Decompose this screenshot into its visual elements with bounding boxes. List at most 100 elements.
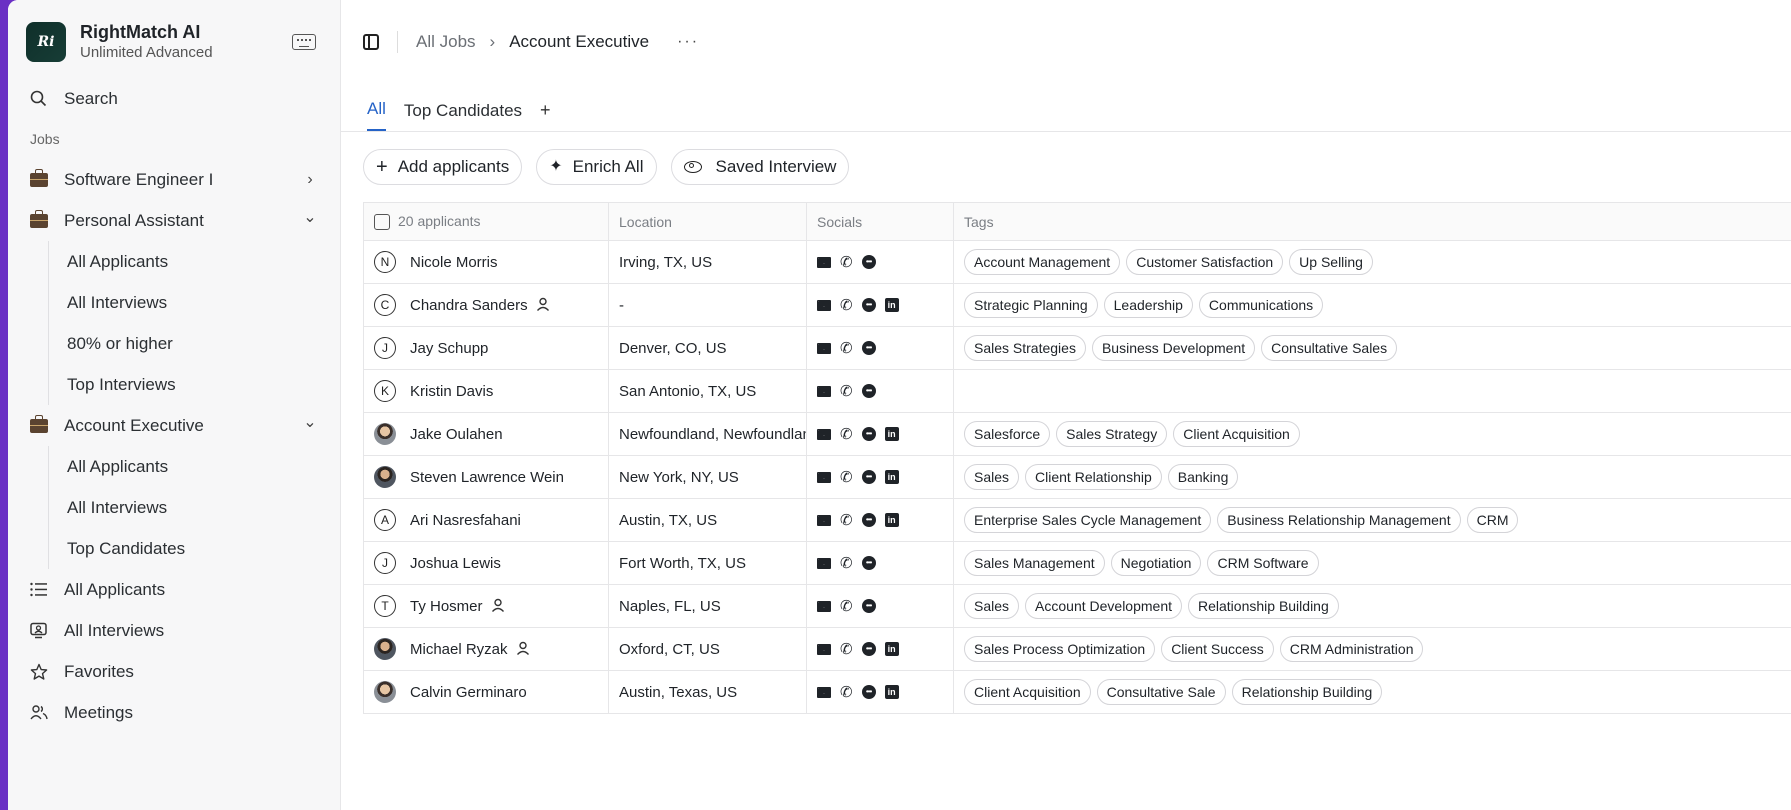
tag-chip[interactable]: Client Acquisition	[964, 679, 1091, 705]
email-icon[interactable]	[817, 514, 831, 526]
phone-icon[interactable]: ✆	[840, 685, 853, 700]
tag-chip[interactable]: Business Relationship Management	[1217, 507, 1461, 533]
chevron-down-icon[interactable]: ⌄	[302, 412, 318, 432]
sidebar-item-meetings[interactable]: Meetings	[8, 692, 340, 733]
tag-chip[interactable]: CRM Software	[1207, 550, 1319, 576]
applicant-name-cell[interactable]: Calvin Germinaro	[363, 670, 609, 714]
breadcrumb-all-jobs[interactable]: All Jobs	[416, 32, 476, 52]
phone-icon[interactable]: ✆	[840, 298, 853, 313]
workspace-switcher[interactable]: Ri RightMatch AI Unlimited Advanced	[8, 0, 340, 84]
sidebar-item-all-interviews[interactable]: All Interviews	[8, 610, 340, 651]
tab-all[interactable]: All	[367, 99, 386, 131]
sidebar-subitem-top-candidates[interactable]: Top Candidates	[48, 528, 340, 569]
table-row[interactable]: N Nicole Morris Irving, TX, US ✆ ••• Account …	[363, 240, 1791, 284]
sidebar-item-all-applicants[interactable]: All Applicants	[8, 569, 340, 610]
table-row[interactable]: J Jay Schupp Denver, CO, US ✆ ••• Sales Strat…	[363, 326, 1791, 370]
applicant-name-cell[interactable]: J Jay Schupp	[363, 326, 609, 370]
chevron-down-icon[interactable]: ⌄	[302, 207, 318, 227]
sidebar-job-account-executive[interactable]: Account Executive ⌄	[8, 405, 340, 446]
chat-icon[interactable]: •••	[861, 685, 876, 699]
linkedin-icon[interactable]: in	[884, 470, 899, 484]
chevron-right-icon[interactable]: ›	[302, 171, 318, 189]
sidebar-subitem-all-applicants[interactable]: All Applicants	[48, 241, 340, 282]
tab-top-candidates[interactable]: Top Candidates	[404, 101, 522, 131]
sidebar-subitem-80-or-higher[interactable]: 80% or higher	[48, 323, 340, 364]
tag-chip[interactable]: Sales Process Optimization	[964, 636, 1156, 662]
applicant-name-cell[interactable]: N Nicole Morris	[363, 240, 609, 284]
tag-chip[interactable]: Sales Strategies	[964, 335, 1086, 361]
chat-icon[interactable]: •••	[861, 642, 876, 656]
applicant-name-cell[interactable]: K Kristin Davis	[363, 369, 609, 413]
phone-icon[interactable]: ✆	[840, 384, 853, 399]
applicant-name-cell[interactable]: J Joshua Lewis	[363, 541, 609, 585]
tag-chip[interactable]: Account Management	[964, 249, 1121, 275]
sidebar-item-favorites[interactable]: Favorites	[8, 651, 340, 692]
tag-chip[interactable]: Business Development	[1091, 335, 1256, 361]
tag-chip[interactable]: Sales	[964, 464, 1020, 490]
table-row[interactable]: Michael Ryzak Oxford, CT, US ✆ ••• in Sales P…	[363, 627, 1791, 671]
table-row[interactable]: Jake Oulahen Newfoundland, Newfoundlan ✆ ••…	[363, 412, 1791, 456]
phone-icon[interactable]: ✆	[840, 513, 853, 528]
tag-chip[interactable]: Client Acquisition	[1173, 421, 1300, 447]
applicant-name-cell[interactable]: A Ari Nasresfahani	[363, 498, 609, 542]
tag-chip[interactable]: Consultative Sale	[1096, 679, 1226, 705]
chat-icon[interactable]: •••	[861, 599, 876, 613]
phone-icon[interactable]: ✆	[840, 642, 853, 657]
phone-icon[interactable]: ✆	[840, 255, 853, 270]
sidebar-subitem-all-interviews[interactable]: All Interviews	[48, 282, 340, 323]
header-socials[interactable]: Socials	[806, 202, 954, 241]
sidebar-subitem-all-interviews[interactable]: All Interviews	[48, 487, 340, 528]
email-icon[interactable]	[817, 686, 831, 698]
email-icon[interactable]	[817, 643, 831, 655]
applicant-name-cell[interactable]: Steven Lawrence Wein	[363, 455, 609, 499]
table-row[interactable]: A Ari Nasresfahani Austin, TX, US ✆ ••• in Ent…	[363, 498, 1791, 542]
tag-chip[interactable]: Relationship Building	[1231, 679, 1383, 705]
tag-chip[interactable]: Banking	[1167, 464, 1239, 490]
sidebar-subitem-all-applicants[interactable]: All Applicants	[48, 446, 340, 487]
email-icon[interactable]	[817, 256, 831, 268]
header-location[interactable]: Location	[608, 202, 807, 241]
tag-chip[interactable]: Leadership	[1103, 292, 1193, 318]
table-row[interactable]: Steven Lawrence Wein New York, NY, US ✆ •••…	[363, 455, 1791, 499]
email-icon[interactable]	[817, 299, 831, 311]
header-tags[interactable]: Tags	[953, 202, 1791, 241]
phone-icon[interactable]: ✆	[840, 599, 853, 614]
sidebar-job-personal-assistant[interactable]: Personal Assistant ⌄	[8, 200, 340, 241]
chat-icon[interactable]: •••	[861, 556, 876, 570]
more-options-icon[interactable]: ···	[677, 33, 699, 51]
select-all-checkbox[interactable]	[374, 214, 390, 231]
table-row[interactable]: J Joshua Lewis Fort Worth, TX, US ✆ ••• Sales…	[363, 541, 1791, 585]
phone-icon[interactable]: ✆	[840, 427, 853, 442]
linkedin-icon[interactable]: in	[884, 642, 899, 656]
tag-chip[interactable]: Salesforce	[964, 421, 1051, 447]
chat-icon[interactable]: •••	[861, 384, 876, 398]
applicant-name-cell[interactable]: T Ty Hosmer	[363, 584, 609, 628]
email-icon[interactable]	[817, 471, 831, 483]
applicant-name-cell[interactable]: Jake Oulahen	[363, 412, 609, 456]
add-applicants-button[interactable]: + Add applicants	[363, 149, 523, 185]
chat-icon[interactable]: •••	[861, 341, 876, 355]
email-icon[interactable]	[817, 428, 831, 440]
table-row[interactable]: K Kristin Davis San Antonio, TX, US ✆ •••	[363, 369, 1791, 413]
tag-chip[interactable]: Sales	[964, 593, 1020, 619]
keyboard-icon[interactable]	[292, 34, 316, 50]
phone-icon[interactable]: ✆	[840, 470, 853, 485]
phone-icon[interactable]: ✆	[840, 341, 853, 356]
toggle-sidebar-icon[interactable]	[363, 34, 379, 50]
table-row[interactable]: Calvin Germinaro Austin, Texas, US ✆ ••• in C…	[363, 670, 1791, 714]
tag-chip[interactable]: Consultative Sales	[1261, 335, 1398, 361]
tag-chip[interactable]: CRM	[1466, 507, 1519, 533]
sidebar-search[interactable]: Search	[8, 78, 340, 119]
tag-chip[interactable]: CRM Administration	[1279, 636, 1424, 662]
tag-chip[interactable]: Up Selling	[1289, 249, 1373, 275]
email-icon[interactable]	[817, 342, 831, 354]
phone-icon[interactable]: ✆	[840, 556, 853, 571]
linkedin-icon[interactable]: in	[884, 513, 899, 527]
tag-chip[interactable]: Sales Management	[964, 550, 1105, 576]
applicant-name-cell[interactable]: C Chandra Sanders	[363, 283, 609, 327]
chat-icon[interactable]: •••	[861, 470, 876, 484]
email-icon[interactable]	[817, 385, 831, 397]
table-row[interactable]: T Ty Hosmer Naples, FL, US ✆ ••• Sales Account…	[363, 584, 1791, 628]
tag-chip[interactable]: Account Development	[1025, 593, 1182, 619]
tag-chip[interactable]: Client Relationship	[1025, 464, 1162, 490]
